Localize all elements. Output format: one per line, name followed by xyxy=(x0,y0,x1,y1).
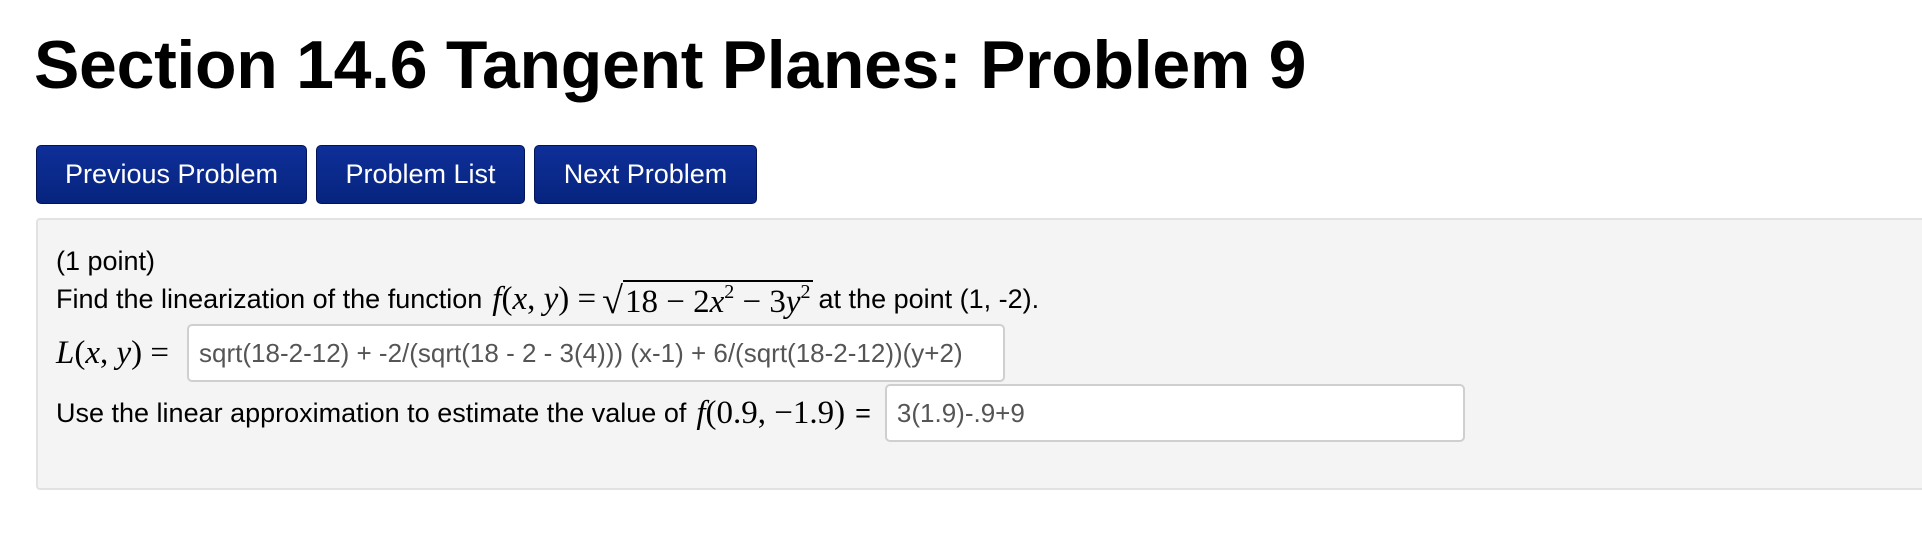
points-label: (1 point) xyxy=(56,246,156,276)
function-definition: f(x, y) = xyxy=(492,281,597,318)
page-title: Section 14.6 Tangent Planes: Problem 9 xyxy=(34,27,1307,103)
estimate-expression: f(0.9, −1.9) xyxy=(696,394,846,431)
problem-statement: Find the linearization of the function f… xyxy=(56,280,1039,320)
prompt-suffix: at the point (1, -2). xyxy=(818,284,1040,315)
linearization-answer-input[interactable]: sqrt(18-2-12) + -2/(sqrt(18 - 2 - 3(4)))… xyxy=(187,324,1006,382)
previous-problem-button[interactable]: Previous Problem xyxy=(36,145,307,204)
next-problem-button[interactable]: Next Problem xyxy=(534,145,757,204)
radical-sign: √ xyxy=(602,279,623,322)
sqrt-expression: √ 18 − 2x2 − 3y2 xyxy=(602,279,813,322)
estimate-row: Use the linear approximation to estimate… xyxy=(56,384,1465,442)
estimate-equals: = xyxy=(855,397,871,428)
problem-navigation: Previous Problem Problem List Next Probl… xyxy=(36,145,757,204)
linearization-row: L(x, y) = sqrt(18-2-12) + -2/(sqrt(18 - … xyxy=(56,324,1006,382)
prompt-prefix: Find the linearization of the function xyxy=(56,284,483,315)
estimate-answer-input[interactable]: 3(1.9)-.9+9 xyxy=(884,384,1465,442)
page: Section 14.6 Tangent Planes: Problem 9 P… xyxy=(0,0,1922,536)
linearization-label: L(x, y) = xyxy=(56,334,170,371)
radicand: 18 − 2x2 − 3y2 xyxy=(622,280,813,320)
problem-panel: (1 point) Find the linearization of the … xyxy=(36,218,1922,490)
problem-list-button[interactable]: Problem List xyxy=(316,145,525,204)
estimate-prefix: Use the linear approximation to estimate… xyxy=(56,397,687,428)
